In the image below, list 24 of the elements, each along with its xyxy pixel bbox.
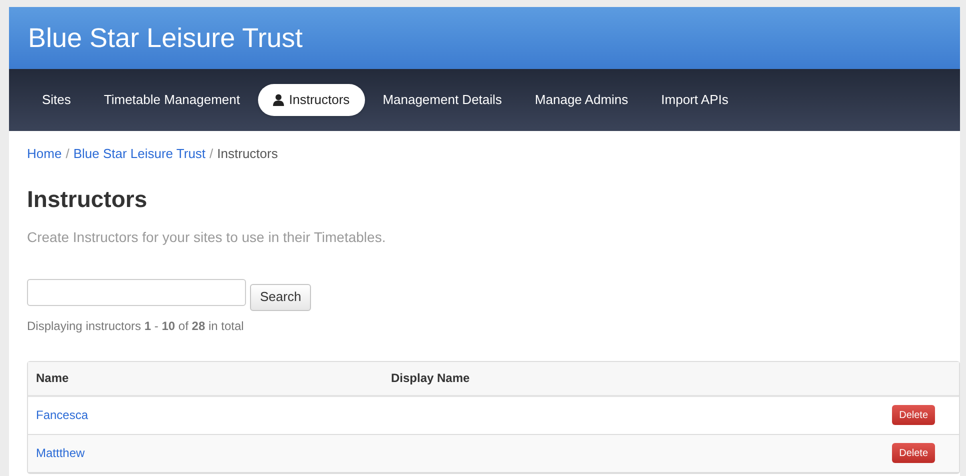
column-header: Name bbox=[36, 371, 69, 385]
breadcrumb-separator: / bbox=[210, 145, 214, 163]
instructor-link[interactable]: Mattthew bbox=[36, 444, 892, 462]
breadcrumb-current: Instructors bbox=[217, 145, 278, 163]
page-title: Instructors bbox=[27, 184, 148, 214]
results-summary: Displaying instructors 1 - 10 of 28 in total bbox=[27, 318, 245, 334]
nav-tab[interactable]: Sites bbox=[27, 84, 86, 116]
breadcrumb-separator: / bbox=[66, 145, 70, 163]
search-button[interactable]: Search bbox=[250, 284, 312, 310]
breadcrumb-link[interactable]: Home bbox=[27, 144, 62, 164]
page-subtitle: Create Instructors for your sites to use in their Timetables. bbox=[27, 228, 387, 247]
nav-tab[interactable]: Timetable Management bbox=[88, 84, 255, 116]
breadcrumb-link[interactable]: Blue Star Leisure Trust bbox=[73, 144, 206, 164]
nav-tab[interactable]: Import APIs bbox=[646, 84, 744, 116]
delete-button[interactable]: Delete bbox=[892, 405, 935, 425]
column-header: Display Name bbox=[391, 371, 470, 385]
user-icon bbox=[273, 94, 284, 106]
instructor-link[interactable]: Fancesca bbox=[36, 406, 892, 424]
search-field[interactable] bbox=[27, 278, 246, 306]
nav-tab[interactable]: Manage Admins bbox=[520, 84, 644, 116]
site-title: Blue Star Leisure Trust bbox=[28, 22, 303, 55]
delete-button[interactable]: Delete bbox=[892, 443, 935, 463]
nav-tab[interactable]: Instructors bbox=[258, 84, 365, 116]
nav-tab[interactable]: Management Details bbox=[368, 84, 517, 116]
